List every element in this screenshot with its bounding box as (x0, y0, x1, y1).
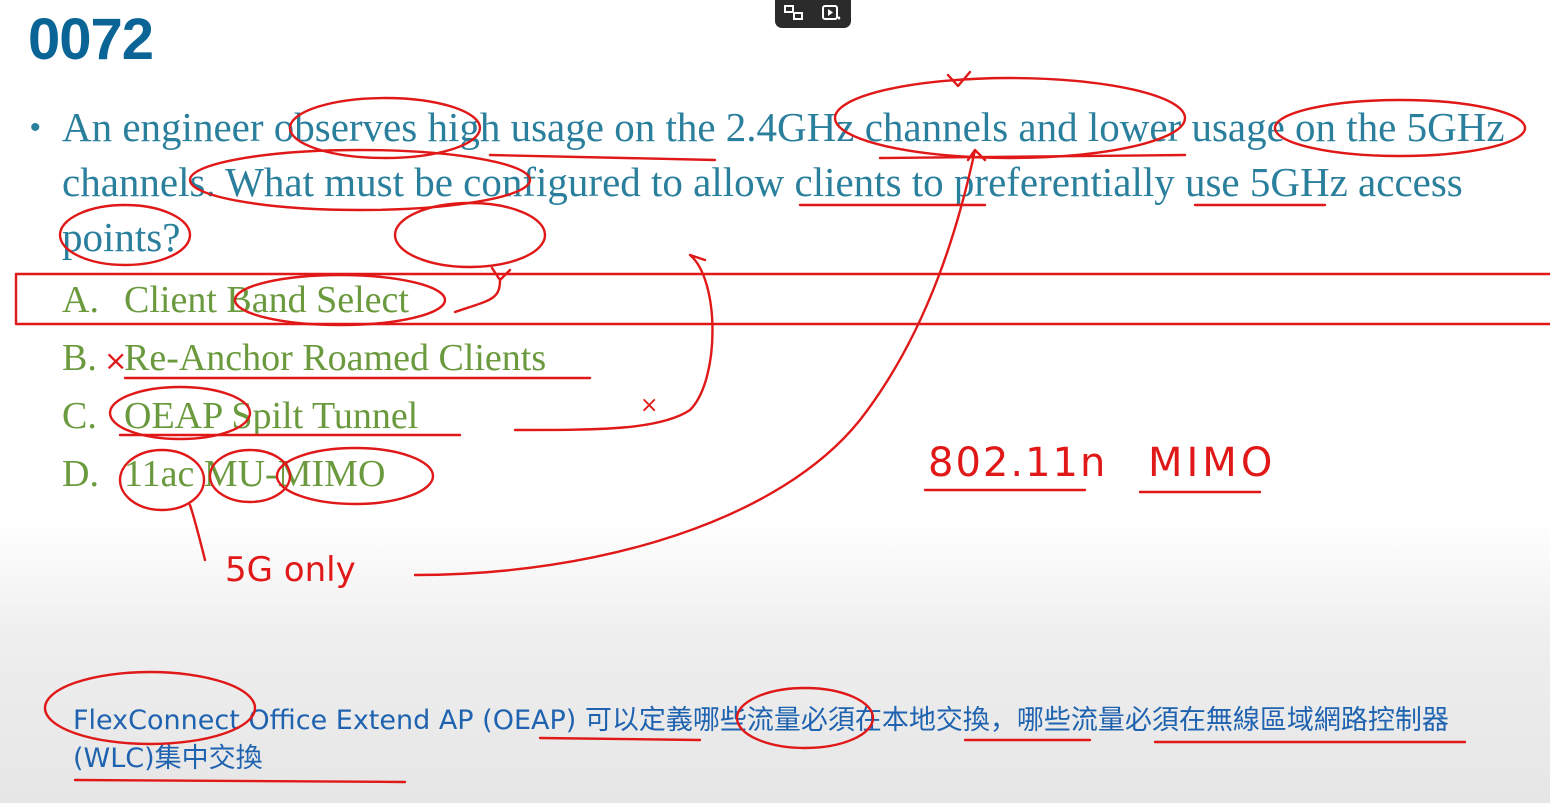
check-mark (946, 70, 972, 88)
cross-mark: × (640, 393, 659, 418)
option-text: 11ac MU-MIMO (124, 453, 386, 495)
underline-note-4 (73, 778, 407, 784)
option-text: Re-Anchor Roamed Clients (124, 337, 547, 379)
bullet-dot: • (30, 111, 41, 144)
option-d: D. 11ac MU-MIMO (62, 452, 385, 496)
slide-title: 0072 (28, 7, 154, 72)
handwritten-802-11n: 802.11n (928, 440, 1108, 486)
option-text: Client Band Select (124, 279, 409, 321)
option-a: A. Client Band Select (62, 278, 409, 322)
option-letter: C. (62, 395, 97, 437)
question-text: An engineer observes high usage on the 2… (62, 104, 1505, 260)
pip-icon[interactable] (783, 4, 805, 22)
pointer-11ac (188, 503, 207, 562)
arrow-band-select (453, 266, 512, 314)
handwritten-mimo: MIMO (1148, 440, 1277, 486)
option-letter: A. (62, 279, 99, 321)
explanation-note: FlexConnect Office Extend AP (OEAP) 可以定義… (73, 705, 1449, 774)
option-c: C. OEAP Spilt Tunnel (62, 394, 418, 438)
handwritten-5g-only: 5G only (225, 550, 356, 590)
video-sparkle-icon[interactable] (821, 4, 843, 22)
option-b: B. Re-Anchor Roamed Clients (62, 336, 546, 380)
video-player-controls (775, 0, 851, 28)
cross-mark-b: × (104, 344, 128, 377)
option-text: OEAP Spilt Tunnel (124, 395, 419, 437)
option-letter: D. (62, 453, 99, 495)
